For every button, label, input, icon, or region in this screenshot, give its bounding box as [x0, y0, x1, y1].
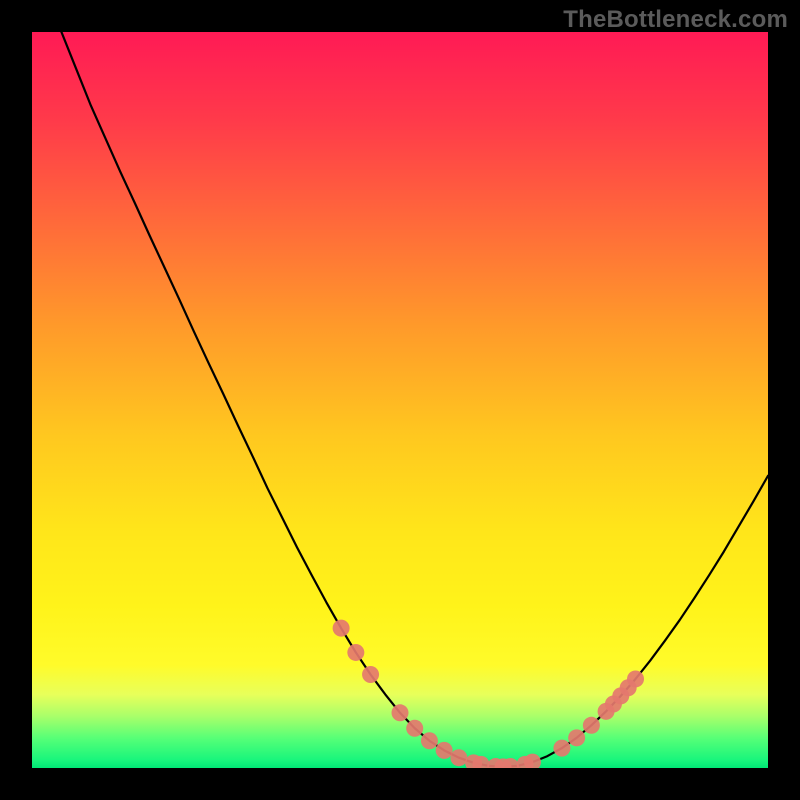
bottleneck-curve [61, 32, 768, 767]
marker-dot [583, 717, 600, 734]
chart-svg [32, 32, 768, 768]
marker-dot [568, 729, 585, 746]
marker-dot [347, 644, 364, 661]
marker-dot [553, 740, 570, 757]
marker-dot [406, 720, 423, 737]
marker-dot [627, 670, 644, 687]
marker-dot [392, 704, 409, 721]
plot-area [32, 32, 768, 768]
marker-dot [450, 749, 467, 766]
marker-dot [421, 732, 438, 749]
marker-dot [524, 754, 541, 768]
marker-dot [362, 666, 379, 683]
watermark-text: TheBottleneck.com [563, 6, 788, 34]
marker-dot [333, 620, 350, 637]
marker-dot [436, 742, 453, 759]
highlight-markers [333, 620, 644, 768]
chart-frame: TheBottleneck.com [0, 0, 800, 800]
